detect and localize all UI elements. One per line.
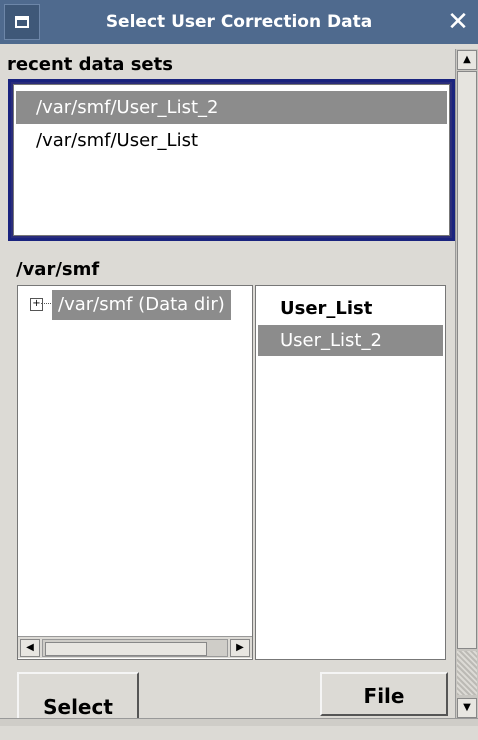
directory-tree[interactable]: + /var/smf (Data dir) <box>17 285 253 660</box>
file-item-user-list[interactable]: User_List <box>258 293 443 324</box>
scroll-down-icon[interactable]: ▼ <box>457 698 477 718</box>
file-list[interactable]: User_List User_List_2 <box>255 285 446 660</box>
recent-item-user-list-2[interactable]: /var/smf/User_List_2 <box>16 91 447 124</box>
window-title: Select User Correction Data <box>105 12 373 32</box>
recent-data-sets-label: recent data sets <box>7 54 173 75</box>
file-item-user-list-2[interactable]: User_List_2 <box>258 325 443 356</box>
window-menu-icon <box>15 16 29 28</box>
tree-connector <box>41 303 51 304</box>
scroll-left-icon[interactable]: ◀ <box>20 639 40 657</box>
close-button[interactable]: ✕ <box>438 0 478 44</box>
hscroll-thumb[interactable] <box>45 642 207 656</box>
tree-node-label[interactable]: /var/smf (Data dir) <box>52 290 231 320</box>
file-button[interactable]: File <box>320 672 448 716</box>
window-menu-button[interactable] <box>4 4 40 40</box>
vertical-scrollbar[interactable]: ▲ ▼ <box>455 49 478 719</box>
expand-icon[interactable]: + <box>30 298 43 311</box>
recent-list-body: /var/smf/User_List_2 /var/smf/User_List <box>13 84 450 236</box>
scroll-right-icon[interactable]: ▶ <box>230 639 250 657</box>
hscroll-track[interactable] <box>42 639 228 657</box>
recent-item-user-list[interactable]: /var/smf/User_List <box>16 124 447 157</box>
bottom-edge <box>0 718 478 726</box>
scroll-up-icon[interactable]: ▲ <box>457 50 477 70</box>
close-icon: ✕ <box>447 7 469 37</box>
recent-data-sets-list[interactable]: /var/smf/User_List_2 /var/smf/User_List <box>8 79 455 241</box>
resize-grip[interactable] <box>457 651 477 695</box>
vscroll-thumb[interactable] <box>457 71 477 649</box>
tree-node-data-dir[interactable]: + /var/smf (Data dir) <box>18 290 252 320</box>
tree-horizontal-scrollbar[interactable]: ◀ ▶ <box>18 636 252 658</box>
current-path-label: /var/smf <box>16 259 100 280</box>
